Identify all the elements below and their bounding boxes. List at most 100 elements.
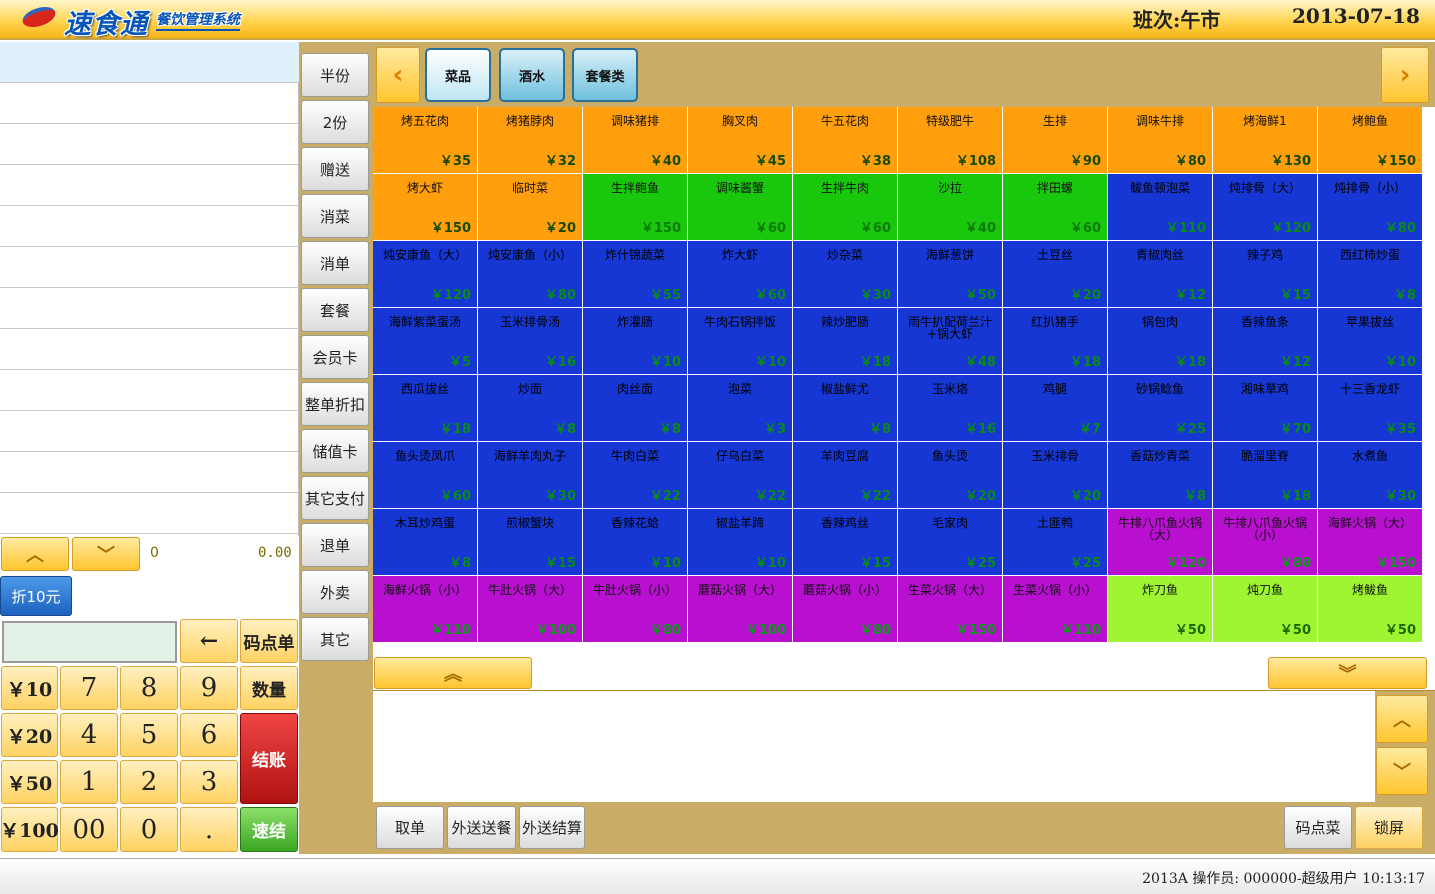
dish-button[interactable]: 肉丝面 ￥8 [583,375,687,441]
dish-button[interactable]: 烤大虾 ￥150 [373,174,477,240]
money-20-button[interactable]: ￥20 [1,713,58,757]
order-row-selected[interactable] [0,42,299,83]
order-discount-button[interactable]: 整单折扣 [301,382,369,426]
dish-button[interactable]: 炒面 ￥8 [478,375,582,441]
dish-button[interactable]: 烤鲅鱼 ￥50 [1318,576,1422,642]
order-row[interactable] [0,83,299,124]
note-scroll-down-button[interactable]: ﹀ [1376,747,1428,795]
tab-dishes[interactable]: 菜品 [425,48,491,102]
dish-button[interactable]: 炖排骨（小） ￥80 [1318,174,1422,240]
dish-button[interactable]: 鱼头烫凤爪 ￥60 [373,442,477,508]
discount-button[interactable]: 折10元 [0,576,72,616]
tab-set-meals[interactable]: 套餐类 [572,48,638,102]
dish-button[interactable]: 生拌鲍鱼 ￥150 [583,174,687,240]
dish-button[interactable]: 毛家肉 ￥25 [898,509,1002,575]
half-portion-button[interactable]: 半份 [301,53,369,97]
dish-button[interactable]: 调味猪排 ￥40 [583,107,687,173]
key-00[interactable]: 00 [60,807,118,852]
member-card-button[interactable]: 会员卡 [301,335,369,379]
key-0[interactable]: 0 [120,807,178,852]
delivery-send-button[interactable]: 外送送餐 [447,806,516,849]
dish-button[interactable]: 炒杂菜 ￥30 [793,241,897,307]
order-scroll-up-button[interactable]: ︿ [1,537,69,571]
dish-button[interactable]: 西红柿炒蛋 ￥8 [1318,241,1422,307]
dish-button[interactable]: 沙拉 ￥40 [898,174,1002,240]
dish-button[interactable]: 脆溜里脊 ￥18 [1213,442,1317,508]
dish-button[interactable]: 牛排八爪鱼火锅（小） ￥80 [1213,509,1317,575]
dish-button[interactable]: 拌田螺 ￥60 [1003,174,1107,240]
other-payment-button[interactable]: 其它支付 [301,476,369,520]
dish-button[interactable]: 辣子鸡 ￥15 [1213,241,1317,307]
money-100-button[interactable]: ￥100 [0,807,59,852]
dish-button[interactable]: 调味酱蟹 ￥60 [688,174,792,240]
delivery-settle-button[interactable]: 外送结算 [519,806,585,849]
dish-page-down-button[interactable]: ︾ [1268,657,1427,689]
other-button[interactable]: 其它 [301,617,369,661]
category-next-button[interactable]: › [1381,47,1429,103]
money-50-button[interactable]: ￥50 [1,760,58,804]
order-row[interactable] [0,411,299,452]
dish-button[interactable]: 辣炒肥肠 ￥18 [793,308,897,374]
dish-button[interactable]: 土豆丝 ￥20 [1003,241,1107,307]
checkout-button[interactable]: 结账 [240,713,298,804]
dish-button[interactable]: 香辣鱼条 ￥12 [1213,308,1317,374]
order-row[interactable] [0,493,299,534]
dish-button[interactable]: 玉米排骨 ￥20 [1003,442,1107,508]
dish-button[interactable]: 青椒肉丝 ￥12 [1108,241,1212,307]
key-7[interactable]: 7 [60,666,118,710]
order-row[interactable] [0,452,299,493]
lock-screen-button[interactable]: 锁屏 [1355,806,1423,849]
dish-button[interactable]: 生菜火锅（大） ￥150 [898,576,1002,642]
quick-checkout-button[interactable]: 速结 [240,807,298,852]
dish-button[interactable]: 炸大虾 ￥60 [688,241,792,307]
dish-button[interactable]: 牛排八爪鱼火锅（大） ￥120 [1108,509,1212,575]
dish-button[interactable]: 炸什锦蔬菜 ￥55 [583,241,687,307]
dish-button[interactable]: 牛肚火锅（小） ￥80 [583,576,687,642]
dish-button[interactable]: 烤鲍鱼 ￥150 [1318,107,1422,173]
dish-button[interactable]: 胸叉肉 ￥45 [688,107,792,173]
dish-button[interactable]: 泡菜 ￥3 [688,375,792,441]
order-row[interactable] [0,165,299,206]
quantity-button[interactable]: 数量 [240,666,298,710]
dish-button[interactable]: 牛肚火锅（大） ￥100 [478,576,582,642]
key-dot[interactable]: . [180,807,238,852]
order-row[interactable] [0,370,299,411]
order-list[interactable] [0,42,299,536]
dish-button[interactable]: 椒盐鲜尤 ￥8 [793,375,897,441]
dish-button[interactable]: 椒盐羊蹄 ￥10 [688,509,792,575]
dish-button[interactable]: 玉米烙 ￥16 [898,375,1002,441]
dish-button[interactable]: 炖安康鱼（小） ￥80 [478,241,582,307]
dish-button[interactable]: 烤猪脖肉 ￥32 [478,107,582,173]
dish-button[interactable]: 羊肉豆腐 ￥22 [793,442,897,508]
dish-button[interactable]: 煎椒蟹块 ￥15 [478,509,582,575]
dish-button[interactable]: 鲅鱼顿泡菜 ￥110 [1108,174,1212,240]
dish-button[interactable]: 炖刀鱼 ￥50 [1213,576,1317,642]
dish-button[interactable]: 海鲜紫菜蛋汤 ￥5 [373,308,477,374]
dish-page-up-button[interactable]: ︽ [374,657,532,689]
key-2[interactable]: 2 [120,760,178,804]
dish-button[interactable]: 水煮鱼 ￥30 [1318,442,1422,508]
set-meal-button[interactable]: 套餐 [301,288,369,332]
refund-button[interactable]: 退单 [301,523,369,567]
dish-button[interactable]: 西瓜拔丝 ￥18 [373,375,477,441]
order-row[interactable] [0,329,299,370]
dish-button[interactable]: 炖排骨（大） ￥120 [1213,174,1317,240]
note-panel[interactable] [373,691,1375,802]
cancel-dish-button[interactable]: 消菜 [301,194,369,238]
key-9[interactable]: 9 [180,666,238,710]
dish-button[interactable]: 玉米排骨汤 ￥16 [478,308,582,374]
take-order-button[interactable]: 取单 [376,806,444,849]
double-portion-button[interactable]: 2份 [301,100,369,144]
money-10-button[interactable]: ￥10 [1,666,58,710]
note-scroll-up-button[interactable]: ︿ [1376,695,1428,743]
dish-button[interactable]: 牛肉石锅拌饭 ￥10 [688,308,792,374]
dish-button[interactable]: 炸灌肠 ￥10 [583,308,687,374]
dish-button[interactable]: 烤五花肉 ￥35 [373,107,477,173]
order-row[interactable] [0,124,299,165]
dish-button[interactable]: 湘味草鸡 ￥70 [1213,375,1317,441]
dish-button[interactable]: 蘑菇火锅（小） ￥80 [793,576,897,642]
dish-button[interactable]: 海鲜葱饼 ￥50 [898,241,1002,307]
dish-button[interactable]: 海鲜火锅（小） ￥110 [373,576,477,642]
key-8[interactable]: 8 [120,666,178,710]
key-6[interactable]: 6 [180,713,238,757]
